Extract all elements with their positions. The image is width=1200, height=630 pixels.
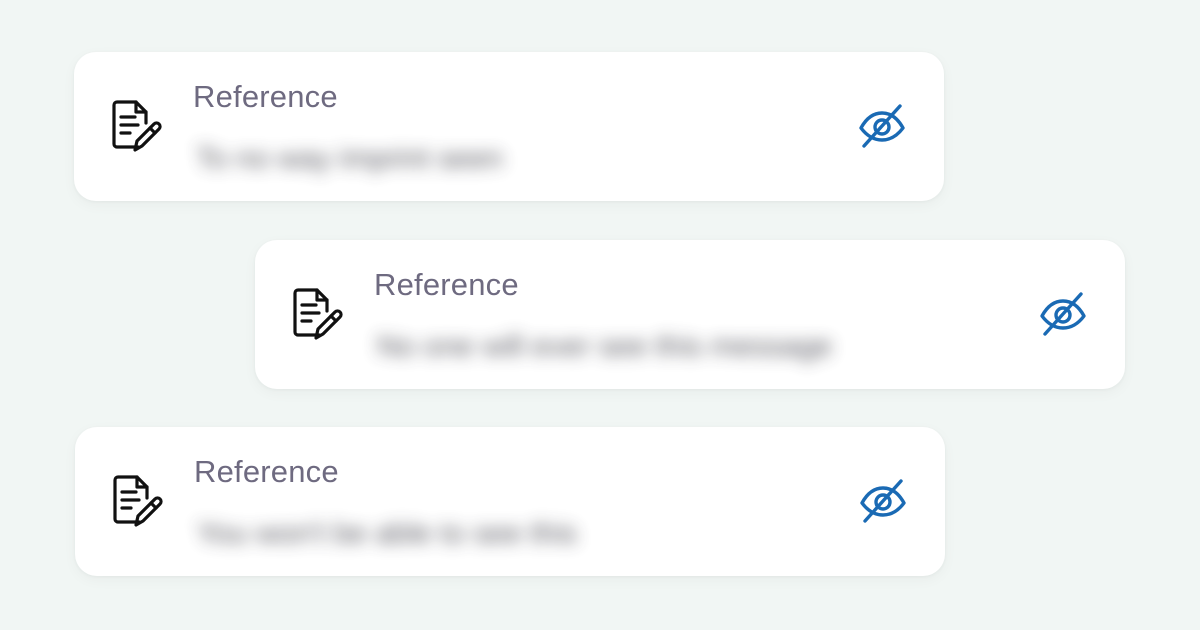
eye-off-icon[interactable] xyxy=(1037,290,1089,338)
masked-field-value: You won't be able to see this xyxy=(197,517,577,550)
field-label: Reference xyxy=(194,454,339,489)
masked-field-value: No one will ever see this message xyxy=(377,330,833,363)
field-label: Reference xyxy=(193,79,338,114)
eye-off-icon[interactable] xyxy=(856,102,908,150)
reference-field-card: Reference To no way imprint seen xyxy=(74,52,944,201)
masked-field-value: To no way imprint seen xyxy=(196,142,503,175)
document-edit-icon xyxy=(109,473,169,533)
document-edit-icon xyxy=(108,98,168,158)
reference-field-card: Reference You won't be able to see this xyxy=(75,427,945,576)
field-label: Reference xyxy=(374,267,519,302)
eye-off-icon[interactable] xyxy=(857,477,909,525)
document-edit-icon xyxy=(289,286,349,346)
reference-field-card: Reference No one will ever see this mess… xyxy=(255,240,1125,389)
